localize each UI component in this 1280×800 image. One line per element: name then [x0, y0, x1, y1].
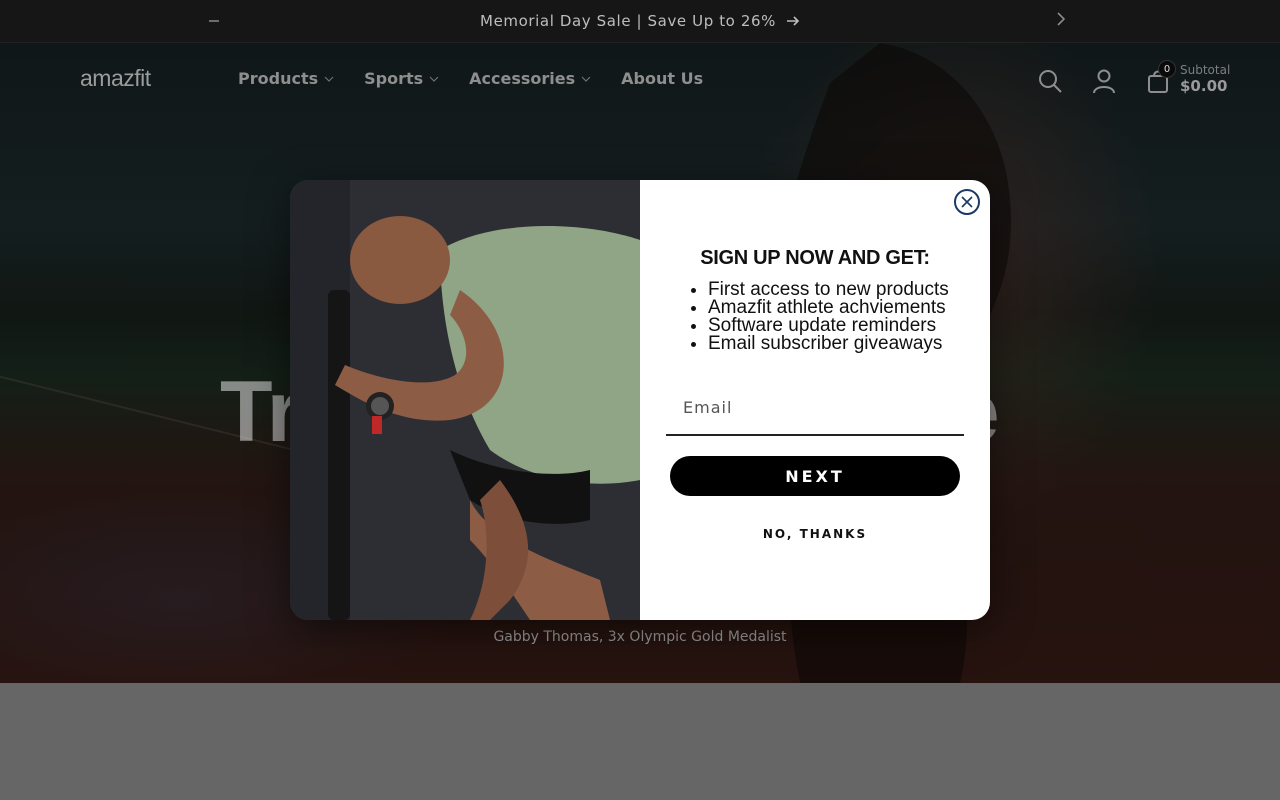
no-thanks-link[interactable]: NO, THANKS: [640, 527, 990, 541]
benefits-list: First access to new products Amazfit ath…: [708, 280, 988, 353]
next-button[interactable]: NEXT: [670, 456, 960, 496]
announcement-bar: Memorial Day Sale | Save Up to 26%: [0, 0, 1280, 43]
benefit-item: Email subscriber giveaways: [708, 334, 988, 353]
page-overlay-section: [0, 683, 1280, 800]
announcement-next-button[interactable]: [1055, 10, 1067, 33]
modal-athlete-image: [290, 180, 640, 620]
signup-modal: SIGN UP NOW AND GET: First access to new…: [290, 180, 990, 620]
chevron-down-icon: [324, 76, 334, 82]
chevron-right-icon: [1057, 12, 1066, 26]
site-header: amazfit Products Sports Accessories Abou…: [0, 43, 1280, 117]
chevron-down-icon: [581, 76, 591, 82]
chevron-down-icon: [429, 76, 439, 82]
email-field[interactable]: [666, 380, 964, 436]
subtotal-label: Subtotal: [1180, 63, 1231, 77]
hero-title-left: Tr: [220, 364, 300, 460]
nav-products-label: Products: [238, 69, 319, 88]
brand-logo[interactable]: amazfit: [80, 65, 151, 92]
announcement-link[interactable]: Memorial Day Sale | Save Up to 26%: [480, 12, 800, 30]
search-icon: [1039, 70, 1062, 93]
arrow-right-icon: [786, 16, 800, 26]
announcement-text: Memorial Day Sale | Save Up to 26%: [480, 12, 776, 30]
account-button[interactable]: [1090, 67, 1118, 95]
nav-about-us-label: About Us: [621, 69, 704, 88]
nav-accessories-label: Accessories: [469, 69, 576, 88]
modal-form-panel: SIGN UP NOW AND GET: First access to new…: [640, 180, 990, 620]
hero-caption: Gabby Thomas, 3x Olympic Gold Medalist: [493, 629, 787, 645]
subtotal-amount: $0.00: [1180, 77, 1228, 95]
cart-count-badge: 0: [1158, 60, 1176, 78]
nav-about-us[interactable]: About Us: [621, 69, 703, 88]
main-nav: Products Sports Accessories About Us: [238, 69, 733, 88]
minus-icon: [209, 20, 219, 22]
cart-subtotal[interactable]: Subtotal $0.00: [1180, 62, 1230, 94]
nav-sports[interactable]: Sports: [364, 69, 439, 88]
modal-close-button[interactable]: [954, 189, 980, 215]
athlete-photo: [290, 180, 640, 620]
header-icons: 0: [1036, 60, 1198, 95]
nav-sports-label: Sports: [364, 69, 424, 88]
nav-products[interactable]: Products: [238, 69, 334, 88]
search-button[interactable]: [1036, 67, 1064, 95]
announcement-prev-button[interactable]: [208, 12, 220, 31]
nav-accessories[interactable]: Accessories: [469, 69, 591, 88]
user-icon: [1093, 69, 1115, 94]
modal-heading: SIGN UP NOW AND GET:: [700, 247, 930, 269]
close-icon: [961, 196, 973, 208]
cart-button[interactable]: 0: [1144, 60, 1176, 95]
